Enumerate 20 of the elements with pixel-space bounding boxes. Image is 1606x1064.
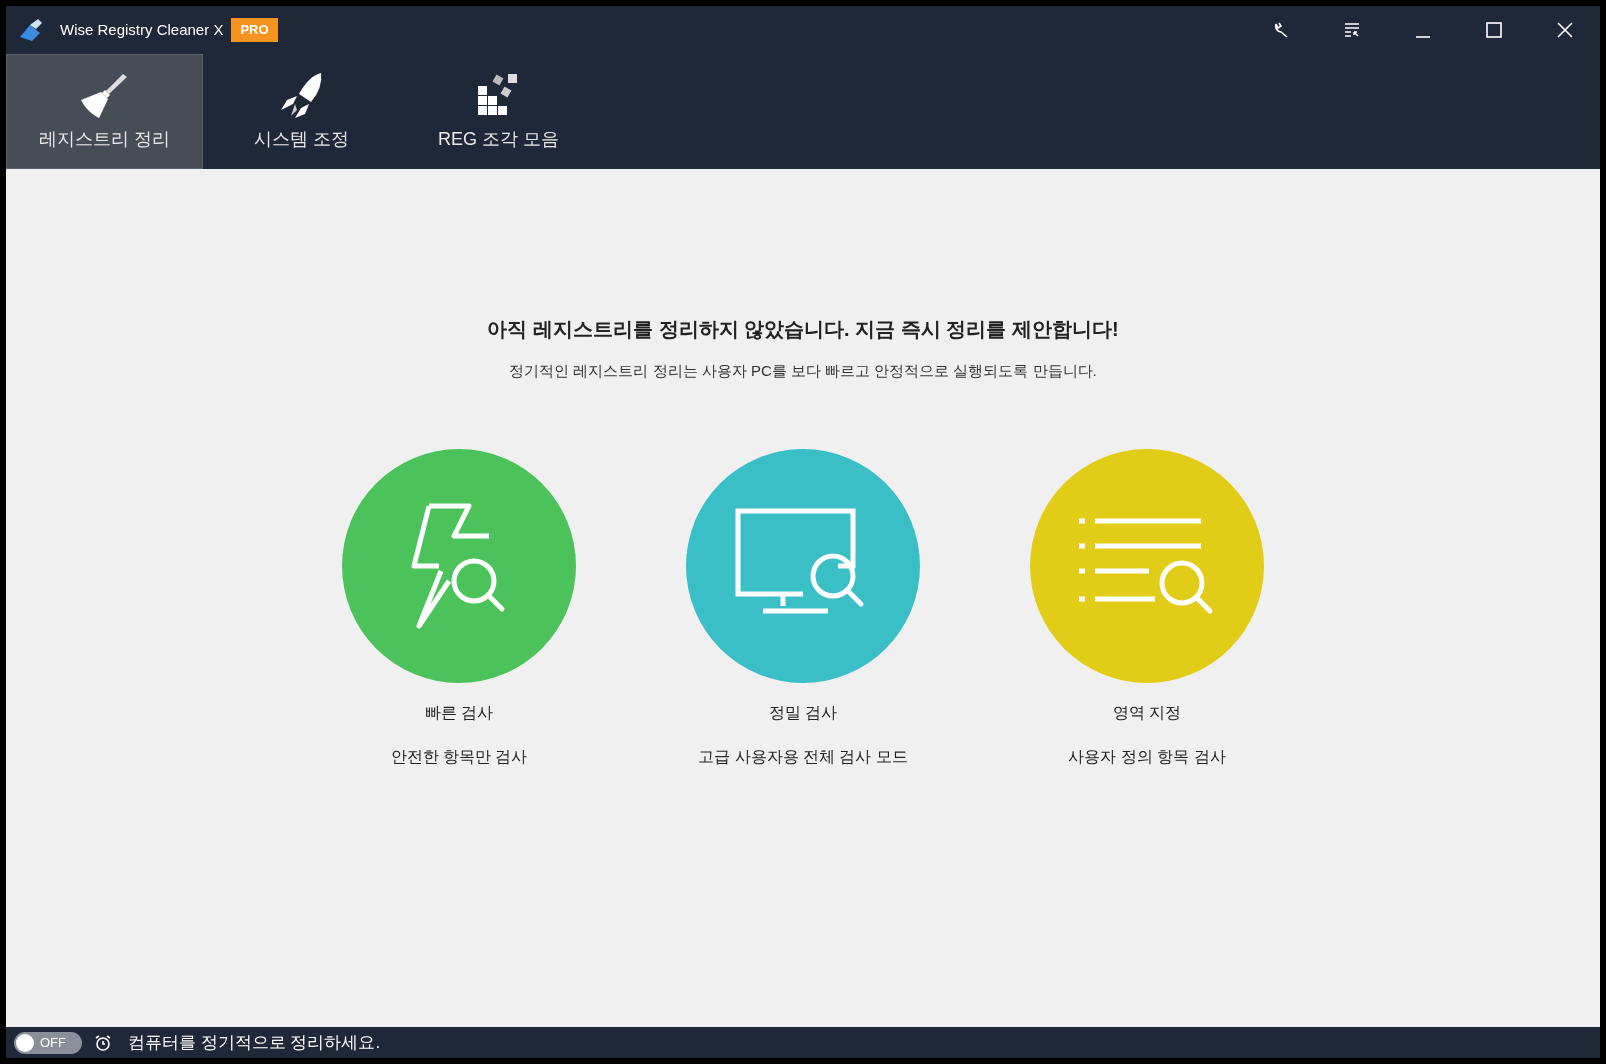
toggle-knob bbox=[16, 1033, 34, 1052]
pro-badge: PRO bbox=[231, 18, 278, 42]
scan-title: 빠른 검사 bbox=[424, 702, 494, 723]
subline: 정기적인 레지스트리 정리는 사용자 PC를 보다 빠르고 안정적으로 실행되도록 만듭니다. bbox=[509, 361, 1097, 381]
headline: 아직 레지스트리를 정리하지 않았습니다. 지금 즉시 정리를 제안합니다! bbox=[487, 317, 1119, 342]
alarm-clock-icon bbox=[94, 1033, 112, 1052]
status-message: 컴퓨터를 정기적으로 정리하세요. bbox=[128, 1031, 381, 1054]
menu-icon bbox=[1342, 21, 1361, 39]
scan-title: 영역 지정 bbox=[1112, 702, 1182, 723]
nav-tab[interactable]: 레지스트리 정리 bbox=[6, 54, 203, 169]
scan-description: 안전한 항목만 검사 bbox=[390, 746, 528, 767]
scan-title: 정밀 검사 bbox=[768, 702, 838, 723]
scan-description: 사용자 정의 항목 검사 bbox=[1068, 746, 1226, 767]
close-icon bbox=[1555, 21, 1574, 39]
minimize-icon bbox=[1413, 36, 1432, 38]
nav-tab[interactable]: REG 조각 모음 bbox=[400, 54, 597, 169]
nav-tab[interactable]: 시스템 조정 bbox=[203, 54, 400, 169]
scan-description: 고급 사용자용 전체 검사 모드 bbox=[698, 746, 908, 767]
maximize-icon bbox=[1484, 21, 1503, 39]
window-title: Wise Registry Cleaner X bbox=[60, 19, 224, 40]
